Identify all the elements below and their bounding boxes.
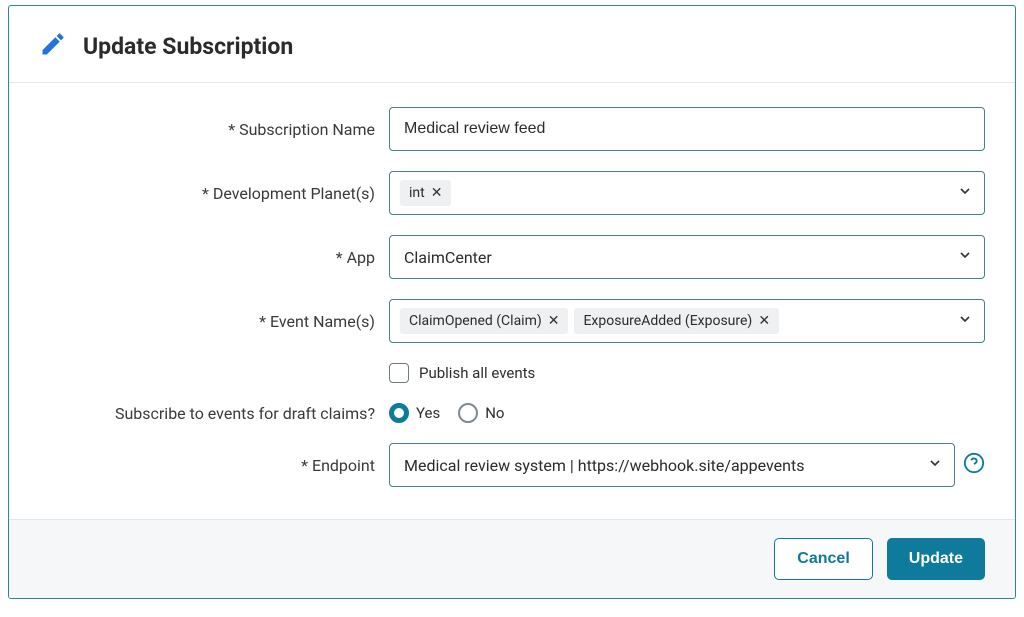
draft-claims-no-radio[interactable]: No (458, 403, 504, 423)
subscription-name-row: * Subscription Name (39, 107, 985, 151)
radio-label: No (485, 404, 504, 422)
publish-all-label: Publish all events (419, 364, 535, 382)
draft-claims-row: Subscribe to events for draft claims? Ye… (39, 403, 985, 423)
subscription-name-input[interactable] (389, 107, 985, 151)
cancel-button[interactable]: Cancel (774, 538, 872, 580)
modal-header: Update Subscription (9, 6, 1015, 83)
radio-icon (458, 403, 478, 423)
modal-title: Update Subscription (83, 33, 293, 60)
publish-all-checkbox[interactable] (389, 363, 409, 383)
event-chip: ExposureAdded (Exposure) ✕ (574, 308, 779, 334)
chip-label: ClaimOpened (Claim) (409, 313, 542, 329)
endpoint-label: * Endpoint (39, 456, 375, 475)
event-chip: ClaimOpened (Claim) ✕ (400, 308, 568, 334)
development-planets-label: * Development Planet(s) (39, 184, 375, 203)
subscription-name-label: * Subscription Name (39, 120, 375, 139)
app-value: ClaimCenter (400, 248, 492, 267)
update-button[interactable]: Update (887, 538, 985, 580)
planet-chip: int ✕ (400, 180, 451, 206)
chip-label: int (409, 185, 425, 201)
chip-label: ExposureAdded (Exposure) (583, 313, 752, 329)
update-subscription-modal: Update Subscription * Subscription Name … (8, 5, 1016, 599)
chip-remove-icon[interactable]: ✕ (548, 314, 560, 328)
endpoint-select[interactable]: Medical review system | https://webhook.… (389, 443, 955, 487)
development-planets-select[interactable]: int ✕ (389, 171, 985, 215)
event-names-row: * Event Name(s) ClaimOpened (Claim) ✕ Ex… (39, 299, 985, 343)
chip-remove-icon[interactable]: ✕ (758, 314, 770, 328)
publish-all-row: Publish all events (39, 363, 985, 383)
endpoint-value: Medical review system | https://webhook.… (400, 456, 804, 475)
app-select[interactable]: ClaimCenter (389, 235, 985, 279)
radio-icon (389, 403, 409, 423)
event-names-select[interactable]: ClaimOpened (Claim) ✕ ExposureAdded (Exp… (389, 299, 985, 343)
app-label: * App (39, 248, 375, 267)
radio-label: Yes (416, 404, 440, 422)
publish-all-checkbox-wrap[interactable]: Publish all events (389, 363, 535, 383)
modal-body: * Subscription Name * Development Planet… (9, 83, 1015, 519)
development-planets-row: * Development Planet(s) int ✕ (39, 171, 985, 215)
modal-footer: Cancel Update (9, 519, 1015, 598)
draft-claims-yes-radio[interactable]: Yes (389, 403, 440, 423)
pencil-icon (39, 30, 67, 62)
event-names-label: * Event Name(s) (39, 312, 375, 331)
draft-claims-radio-group: Yes No (389, 403, 505, 423)
endpoint-row: * Endpoint Medical review system | https… (39, 443, 985, 487)
app-row: * App ClaimCenter (39, 235, 985, 279)
help-icon[interactable] (963, 452, 985, 478)
draft-claims-label: Subscribe to events for draft claims? (39, 404, 375, 423)
chip-remove-icon[interactable]: ✕ (431, 186, 443, 200)
